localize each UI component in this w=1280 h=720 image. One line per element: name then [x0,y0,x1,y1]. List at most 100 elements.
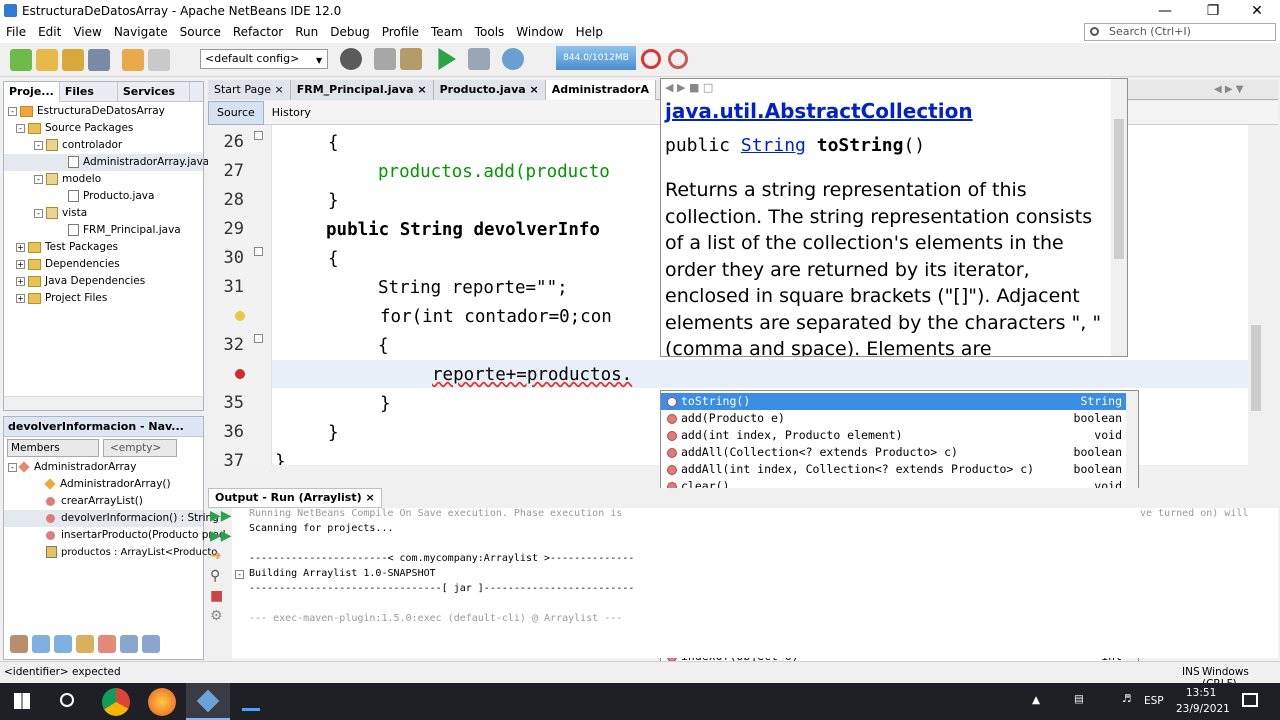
open-project-icon[interactable] [62,48,84,71]
menu-source[interactable]: Source [174,22,227,43]
tab-files[interactable]: Files [60,81,118,102]
hammer-icon[interactable] [374,48,396,70]
filter-icon[interactable] [54,635,72,653]
language-indicator[interactable]: ESP [1144,695,1164,707]
gc-icon[interactable] [641,49,661,69]
horizontal-scrollbar[interactable] [4,396,203,410]
notification-icon[interactable] [1242,693,1258,707]
completion-item[interactable]: addAll(Collection<? extends Producto> c)… [661,444,1126,461]
tree-node-dependencies[interactable]: + Dependencies [4,256,203,273]
completion-item[interactable]: add(Producto e) boolean [661,410,1126,427]
network-icon[interactable]: ▤ [1074,693,1084,705]
open-source-icon[interactable]: □ [703,81,713,94]
profiler-icon[interactable] [668,49,688,69]
menu-view[interactable]: View [67,22,107,43]
browser-icon[interactable]: ■ [689,81,699,94]
profile-icon[interactable] [502,48,524,70]
fold-icon[interactable]: - [235,570,244,579]
members-select[interactable]: Members [7,439,99,457]
menu-debug[interactable]: Debug [324,22,375,43]
menu-tools[interactable]: Tools [469,22,511,43]
maximize-button[interactable]: ❐ [1190,0,1236,22]
nav-item-method[interactable]: crearArrayList() [4,493,203,510]
menu-run[interactable]: Run [289,22,324,43]
tree-node-vista[interactable]: - vista [4,205,203,222]
tree-node-project-files[interactable]: + Project Files [4,290,203,307]
tree-node-controlador[interactable]: - controlador [4,137,203,154]
tree-node-administradorarray[interactable]: AdministradorArray.java [4,154,209,171]
stop-icon[interactable]: ■ [210,588,230,608]
tree-node-java-dependencies[interactable]: + Java Dependencies [4,273,203,290]
menu-team[interactable]: Team [425,22,469,43]
back-icon[interactable]: ◀ [665,81,673,94]
sort-icon[interactable] [120,635,138,653]
fold-icon[interactable] [254,334,263,343]
tree-node-modelo[interactable]: - modelo [4,171,203,188]
empty-select[interactable]: <empty> [103,439,177,457]
tab-frm-principal[interactable]: FRM_Principal.java × [290,79,434,100]
fold-icon[interactable] [254,247,263,256]
hint-bulb-icon[interactable] [235,311,245,321]
output-tab[interactable]: Output - Run (Arraylist) × [208,488,382,508]
filter-icon[interactable] [32,635,50,653]
step-icon[interactable]: ➜ [210,548,230,568]
editor-vertical-scrollbar[interactable] [1248,125,1264,465]
menu-edit[interactable]: Edit [32,22,67,43]
nav-item-constructor[interactable]: AdministradorArray() [4,476,203,493]
menu-file[interactable]: File [0,22,32,43]
find-icon[interactable]: ⚲ [210,568,230,588]
tab-projects[interactable]: Proje... [4,81,60,102]
tree-node-producto[interactable]: Producto.java [4,188,203,205]
close-icon[interactable]: × [275,83,284,96]
nav-item-class[interactable]: - AdministradorArray [4,459,203,476]
tree-node-test-packages[interactable]: + Test Packages [4,239,203,256]
speaker-icon[interactable]: ♬ [1122,693,1131,705]
filter-icon[interactable] [76,635,94,653]
navigator-title[interactable]: devolverInformacion - Nav... [4,420,184,433]
menu-help[interactable]: Help [570,22,609,43]
new-project-icon[interactable] [36,48,58,71]
sort-icon[interactable] [142,635,160,653]
settings-icon[interactable]: ⚙ [210,608,230,628]
tray-people-icon[interactable]: ▲ [1032,694,1040,706]
fold-icon[interactable] [254,131,263,140]
search-input[interactable]: Search (Ctrl+I) [1084,23,1276,41]
menu-window[interactable]: Window [510,22,569,43]
redo-icon[interactable] [148,48,170,71]
output-console[interactable]: Running NetBeans Compile On Save executi… [232,508,1278,658]
javadoc-scrollbar[interactable] [1111,79,1127,356]
debug-icon[interactable] [468,48,490,70]
new-file-icon[interactable] [10,48,32,71]
tree-node-source-packages[interactable]: - Source Packages [4,120,203,137]
rerun-options-icon[interactable]: ▶▶ [210,528,232,548]
error-icon[interactable] [235,369,245,379]
close-icon[interactable]: × [530,83,539,96]
menu-profile[interactable]: Profile [376,22,425,43]
nav-item-method[interactable]: insertarProducto(Producto prod [4,527,226,544]
source-tab[interactable]: Source [208,100,264,125]
tree-node-frm-principal[interactable]: FRM_Principal.java [4,222,203,239]
sig-type[interactable]: String [741,135,806,156]
tab-start-page[interactable]: Start Page × [208,79,291,100]
clean-build-icon[interactable] [400,48,422,70]
nav-arrows-icon[interactable]: ◀ ▶ ▼ [1214,84,1243,95]
filter-icon[interactable] [98,635,116,653]
clock-date[interactable]: 23/9/2021 [1176,703,1230,715]
close-button[interactable]: ✕ [1234,0,1280,22]
clock-time[interactable]: 13:51 [1186,687,1216,699]
memory-indicator[interactable]: 844.0/1012MB [556,46,636,70]
javadoc-heading[interactable]: java.util.AbstractCollection [665,99,973,123]
menu-navigate[interactable]: Navigate [108,22,174,43]
chrome-icon[interactable] [102,688,130,716]
tree-node-project[interactable]: - EstructuraDeDatosArray [4,103,203,120]
completion-item[interactable]: addAll(int index, Collection<? extends P… [661,461,1126,478]
completion-item[interactable]: toString() String [661,393,1126,410]
search-icon[interactable] [60,693,74,707]
windows-start-icon[interactable] [14,693,30,709]
close-icon[interactable]: × [417,83,426,96]
tab-producto[interactable]: Producto.java × [433,79,546,100]
undo-icon[interactable] [122,48,144,71]
filter-icon[interactable] [10,635,28,653]
globe-icon[interactable] [340,48,362,70]
config-select[interactable]: <default config> [200,49,328,69]
